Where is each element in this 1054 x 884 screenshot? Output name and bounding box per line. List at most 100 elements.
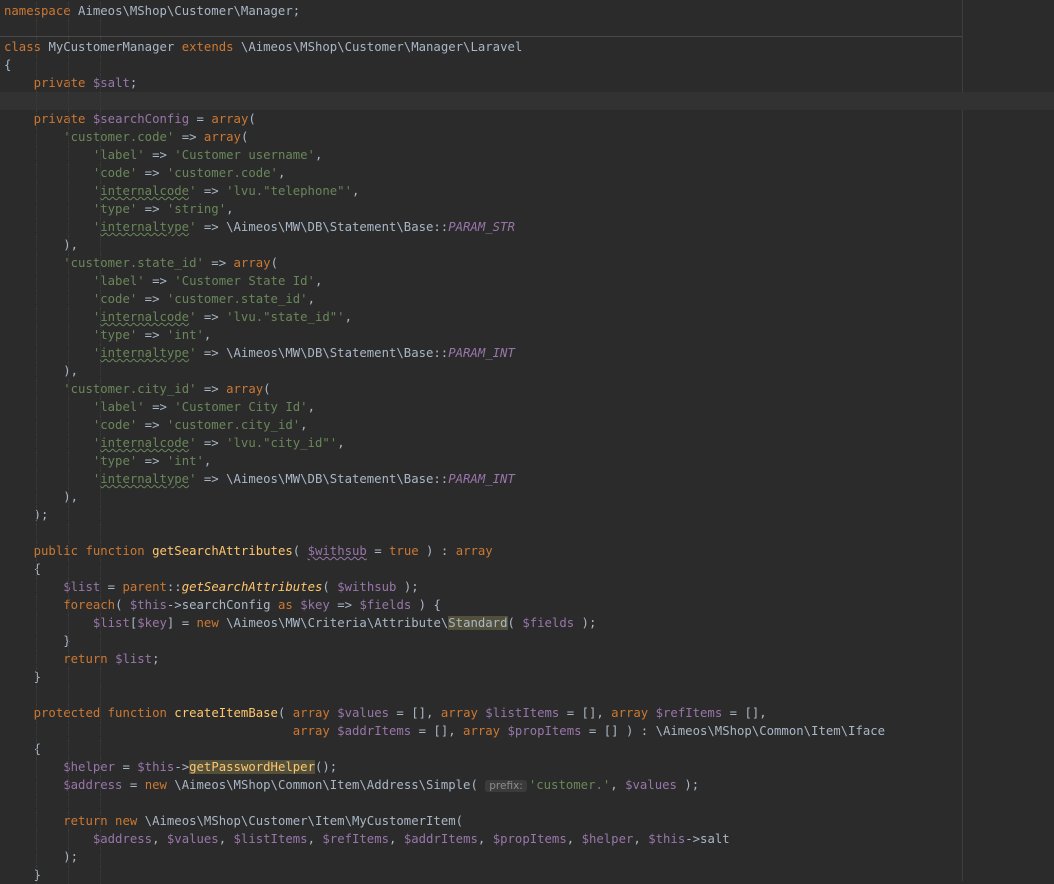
code-token: $addrItems [337,724,412,738]
code-line[interactable]: } [0,632,1054,650]
code-token: new [196,616,219,630]
indent-guide [68,668,70,686]
code-token: $this [137,760,175,774]
code-area[interactable]: namespace Aimeos\MShop\Customer\Manager;… [0,2,1054,884]
code-line[interactable]: $address, $values, $listItems, $refItems… [0,830,1054,848]
code-line[interactable]: class MyCustomerManager extends \Aimeos\… [0,38,1054,56]
code-token: => \Aimeos\MW\DB\Statement\Base:: [196,220,449,234]
code-line[interactable] [0,20,1054,38]
indent-guide [36,254,38,272]
code-line[interactable]: 'type' => 'int', [0,326,1054,344]
code-token: , [314,274,323,288]
code-line[interactable]: private $searchConfig = array( [0,110,1054,128]
code-line[interactable]: ); [0,848,1054,866]
indent-guide [68,308,70,326]
indent-guide [100,344,102,362]
indent-guide [100,848,102,866]
code-line[interactable]: 'type' => 'int', [0,452,1054,470]
code-line[interactable]: $list = parent::getSearchAttributes( $wi… [0,578,1054,596]
code-line[interactable]: 'internaltype' => \Aimeos\MW\DB\Statemen… [0,218,1054,236]
code-token: => [203,256,234,270]
code-token: , [633,832,649,846]
code-line[interactable]: 'label' => 'Customer State Id', [0,272,1054,290]
code-token: => [137,454,167,468]
code-token: => [137,166,167,180]
code-line[interactable]: 'code' => 'customer.code', [0,164,1054,182]
code-line[interactable]: $helper = $this->getPasswordHelper(); [0,758,1054,776]
code-token: ( [115,598,130,612]
indent-guide [68,110,70,128]
indent-guide [100,254,102,272]
code-line[interactable]: } [0,866,1054,884]
code-line[interactable]: 'internalcode' => 'lvu."telephone"', [0,182,1054,200]
code-token: internalcode [100,184,190,198]
indent-guide [68,830,70,848]
code-line[interactable]: { [0,56,1054,74]
indent-guide [68,524,70,542]
code-line[interactable]: { [0,740,1054,758]
code-line[interactable]: 'label' => 'Customer username', [0,146,1054,164]
code-line[interactable]: ), [0,362,1054,380]
code-line[interactable] [0,794,1054,812]
code-token: getPasswordHelper [189,760,315,774]
code-token: ( [507,616,523,630]
code-token: 'customer.city_id' [166,418,301,432]
indent-guide [100,56,102,74]
indent-guide [68,848,70,866]
code-line[interactable] [0,524,1054,542]
code-line[interactable]: 'customer.city_id' => array( [0,380,1054,398]
code-token: , [307,832,323,846]
code-line[interactable]: 'internaltype' => \Aimeos\MW\DB\Statemen… [0,470,1054,488]
code-line[interactable]: public function getSearchAttributes( $wi… [0,542,1054,560]
code-token: MyCustomerItem( [351,814,464,828]
indent-guide [36,290,38,308]
code-line[interactable]: array $addrItems = [], array $propItems … [0,722,1054,740]
code-token: ), [4,490,79,504]
indent-guide [36,524,38,542]
code-line[interactable]: $list[$key] = new \Aimeos\MW\Criteria\At… [0,614,1054,632]
code-line[interactable]: foreach( $this->searchConfig as $key => … [0,596,1054,614]
code-line[interactable]: ); [0,506,1054,524]
code-line[interactable]: protected function createItemBase( array… [0,704,1054,722]
indent-guide [100,470,102,488]
code-token: $this [129,598,167,612]
code-line[interactable]: 'internaltype' => \Aimeos\MW\DB\Statemen… [0,344,1054,362]
code-line[interactable]: { [0,560,1054,578]
indent-guide [100,308,102,326]
code-line[interactable]: 'type' => 'string', [0,200,1054,218]
code-line[interactable]: return $list; [0,650,1054,668]
code-line[interactable]: 'customer.code' => array( [0,128,1054,146]
code-line[interactable] [0,92,1054,110]
code-line[interactable]: ), [0,488,1054,506]
code-token: => \Aimeos\MW\DB\Statement\Base:: [196,346,449,360]
code-line[interactable]: private $salt; [0,74,1054,92]
code-editor[interactable]: namespace Aimeos\MShop\Customer\Manager;… [0,0,1054,884]
code-token: ->salt [685,832,730,846]
code-line[interactable]: namespace Aimeos\MShop\Customer\Manager; [0,2,1054,20]
code-line[interactable]: 'internalcode' => 'lvu."city_id"', [0,434,1054,452]
code-token: ( [270,256,278,270]
code-token: ; [129,76,138,90]
code-line[interactable]: 'label' => 'Customer City Id', [0,398,1054,416]
code-line[interactable]: 'code' => 'customer.city_id', [0,416,1054,434]
code-line[interactable]: 'customer.state_id' => array( [0,254,1054,272]
code-line[interactable] [0,686,1054,704]
code-token: PARAM_INT [448,472,515,486]
code-line[interactable]: 'internalcode' => 'lvu."state_id"', [0,308,1054,326]
code-line[interactable]: ), [0,236,1054,254]
code-line[interactable]: return new \Aimeos\MShop\Customer\Item\M… [0,812,1054,830]
code-token: $list [92,616,130,630]
code-line[interactable]: } [0,668,1054,686]
code-line[interactable]: $address = new \Aimeos\MShop\Common\Item… [0,776,1054,794]
code-line[interactable]: 'code' => 'customer.state_id', [0,290,1054,308]
code-token: getSearchAttributes [152,544,293,558]
code-token: ] = [166,616,197,630]
